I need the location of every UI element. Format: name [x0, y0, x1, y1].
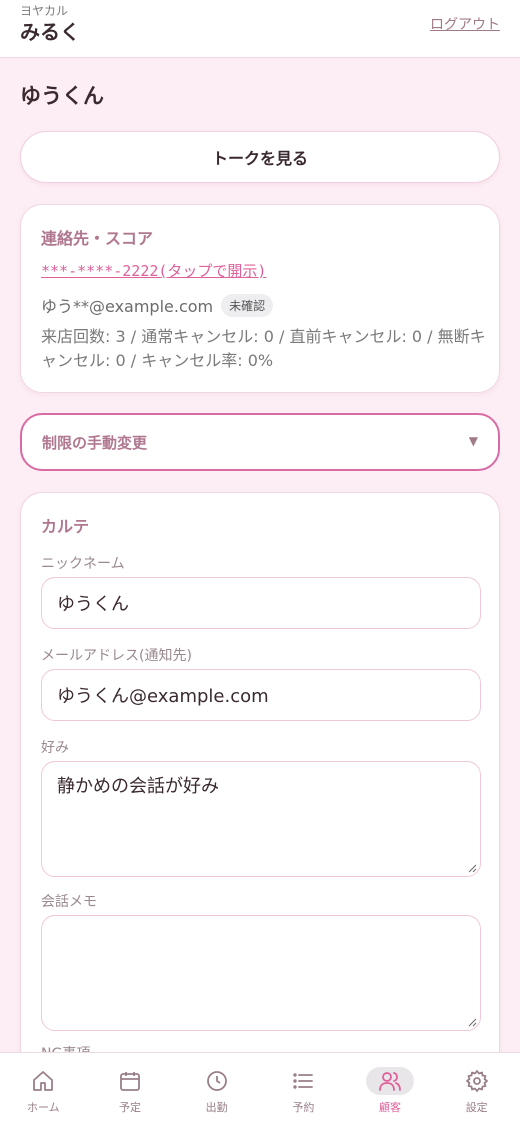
home-icon — [19, 1067, 67, 1095]
email-label: メールアドレス(通知先) — [41, 648, 192, 664]
karte-card: カルテ ニックネーム ゆうくん メールアドレス(通知先) ゆうくん@exampl… — [20, 492, 500, 1092]
nickname-label: ニックネーム — [41, 556, 125, 572]
nav-schedule[interactable]: 予定 — [87, 1053, 174, 1127]
gear-icon — [453, 1067, 501, 1095]
clock-icon — [193, 1067, 241, 1095]
nav-settings[interactable]: 設定 — [433, 1053, 520, 1127]
nav-customers[interactable]: 顧客 — [347, 1053, 434, 1127]
contact-score-card: 連絡先・スコア ***-****-2222(タップで開示) ゆう**@examp… — [20, 204, 500, 393]
nav-attendance-label: 出勤 — [205, 1101, 228, 1114]
nav-reservations-label: 予約 — [292, 1101, 315, 1114]
users-icon — [366, 1067, 415, 1095]
unverified-badge: 未確認 — [221, 293, 274, 317]
preference-text: 静かめの会話が好み — [57, 776, 219, 797]
caret-down-icon: ▼ — [468, 434, 478, 448]
page-title: ゆうくん — [20, 84, 104, 108]
email-row: ゆう**@example.com 未確認 — [41, 293, 274, 317]
app-header: ヨヤカル みるく ログアウト — [0, 0, 520, 58]
nav-settings-label: 設定 — [465, 1101, 488, 1114]
karte-title: カルテ — [41, 517, 90, 536]
list-icon — [279, 1067, 327, 1095]
logout-link[interactable]: ログアウト — [430, 14, 500, 34]
nav-home-label: ホーム — [27, 1101, 60, 1114]
view-talk-button[interactable]: トークを見る — [20, 131, 500, 183]
nav-reservations[interactable]: 予約 — [260, 1053, 347, 1127]
contact-card-title: 連絡先・スコア — [41, 229, 154, 248]
resize-grip-icon[interactable] — [467, 1017, 477, 1027]
memo-textarea[interactable] — [41, 915, 481, 1031]
masked-email: ゆう**@example.com — [41, 297, 214, 316]
bottom-nav: ホーム 予定 出勤 予約 顧客 設定 — [0, 1052, 520, 1127]
memo-label: 会話メモ — [41, 894, 97, 910]
restriction-toggle[interactable]: 制限の手動変更 ▼ — [20, 413, 500, 471]
visit-stats: 来店回数: 3 / 通常キャンセル: 0 / 直前キャンセル: 0 / 無断キャ… — [41, 327, 486, 370]
nav-customers-label: 顧客 — [379, 1101, 402, 1114]
email-input[interactable]: ゆうくん@example.com — [41, 669, 481, 721]
nav-schedule-label: 予定 — [119, 1101, 141, 1114]
shop-name: みるく — [20, 20, 80, 44]
nav-attendance[interactable]: 出勤 — [173, 1053, 260, 1127]
resize-grip-icon[interactable] — [467, 863, 477, 873]
restriction-label: 制限の手動変更 — [42, 434, 148, 452]
preference-textarea[interactable]: 静かめの会話が好み — [41, 761, 481, 877]
calendar-icon — [106, 1067, 154, 1095]
nav-home[interactable]: ホーム — [0, 1053, 87, 1127]
preference-label: 好み — [41, 740, 69, 756]
phone-reveal-link[interactable]: ***-****-2222(タップで開示) — [41, 260, 266, 281]
nickname-input[interactable]: ゆうくん — [41, 577, 481, 629]
